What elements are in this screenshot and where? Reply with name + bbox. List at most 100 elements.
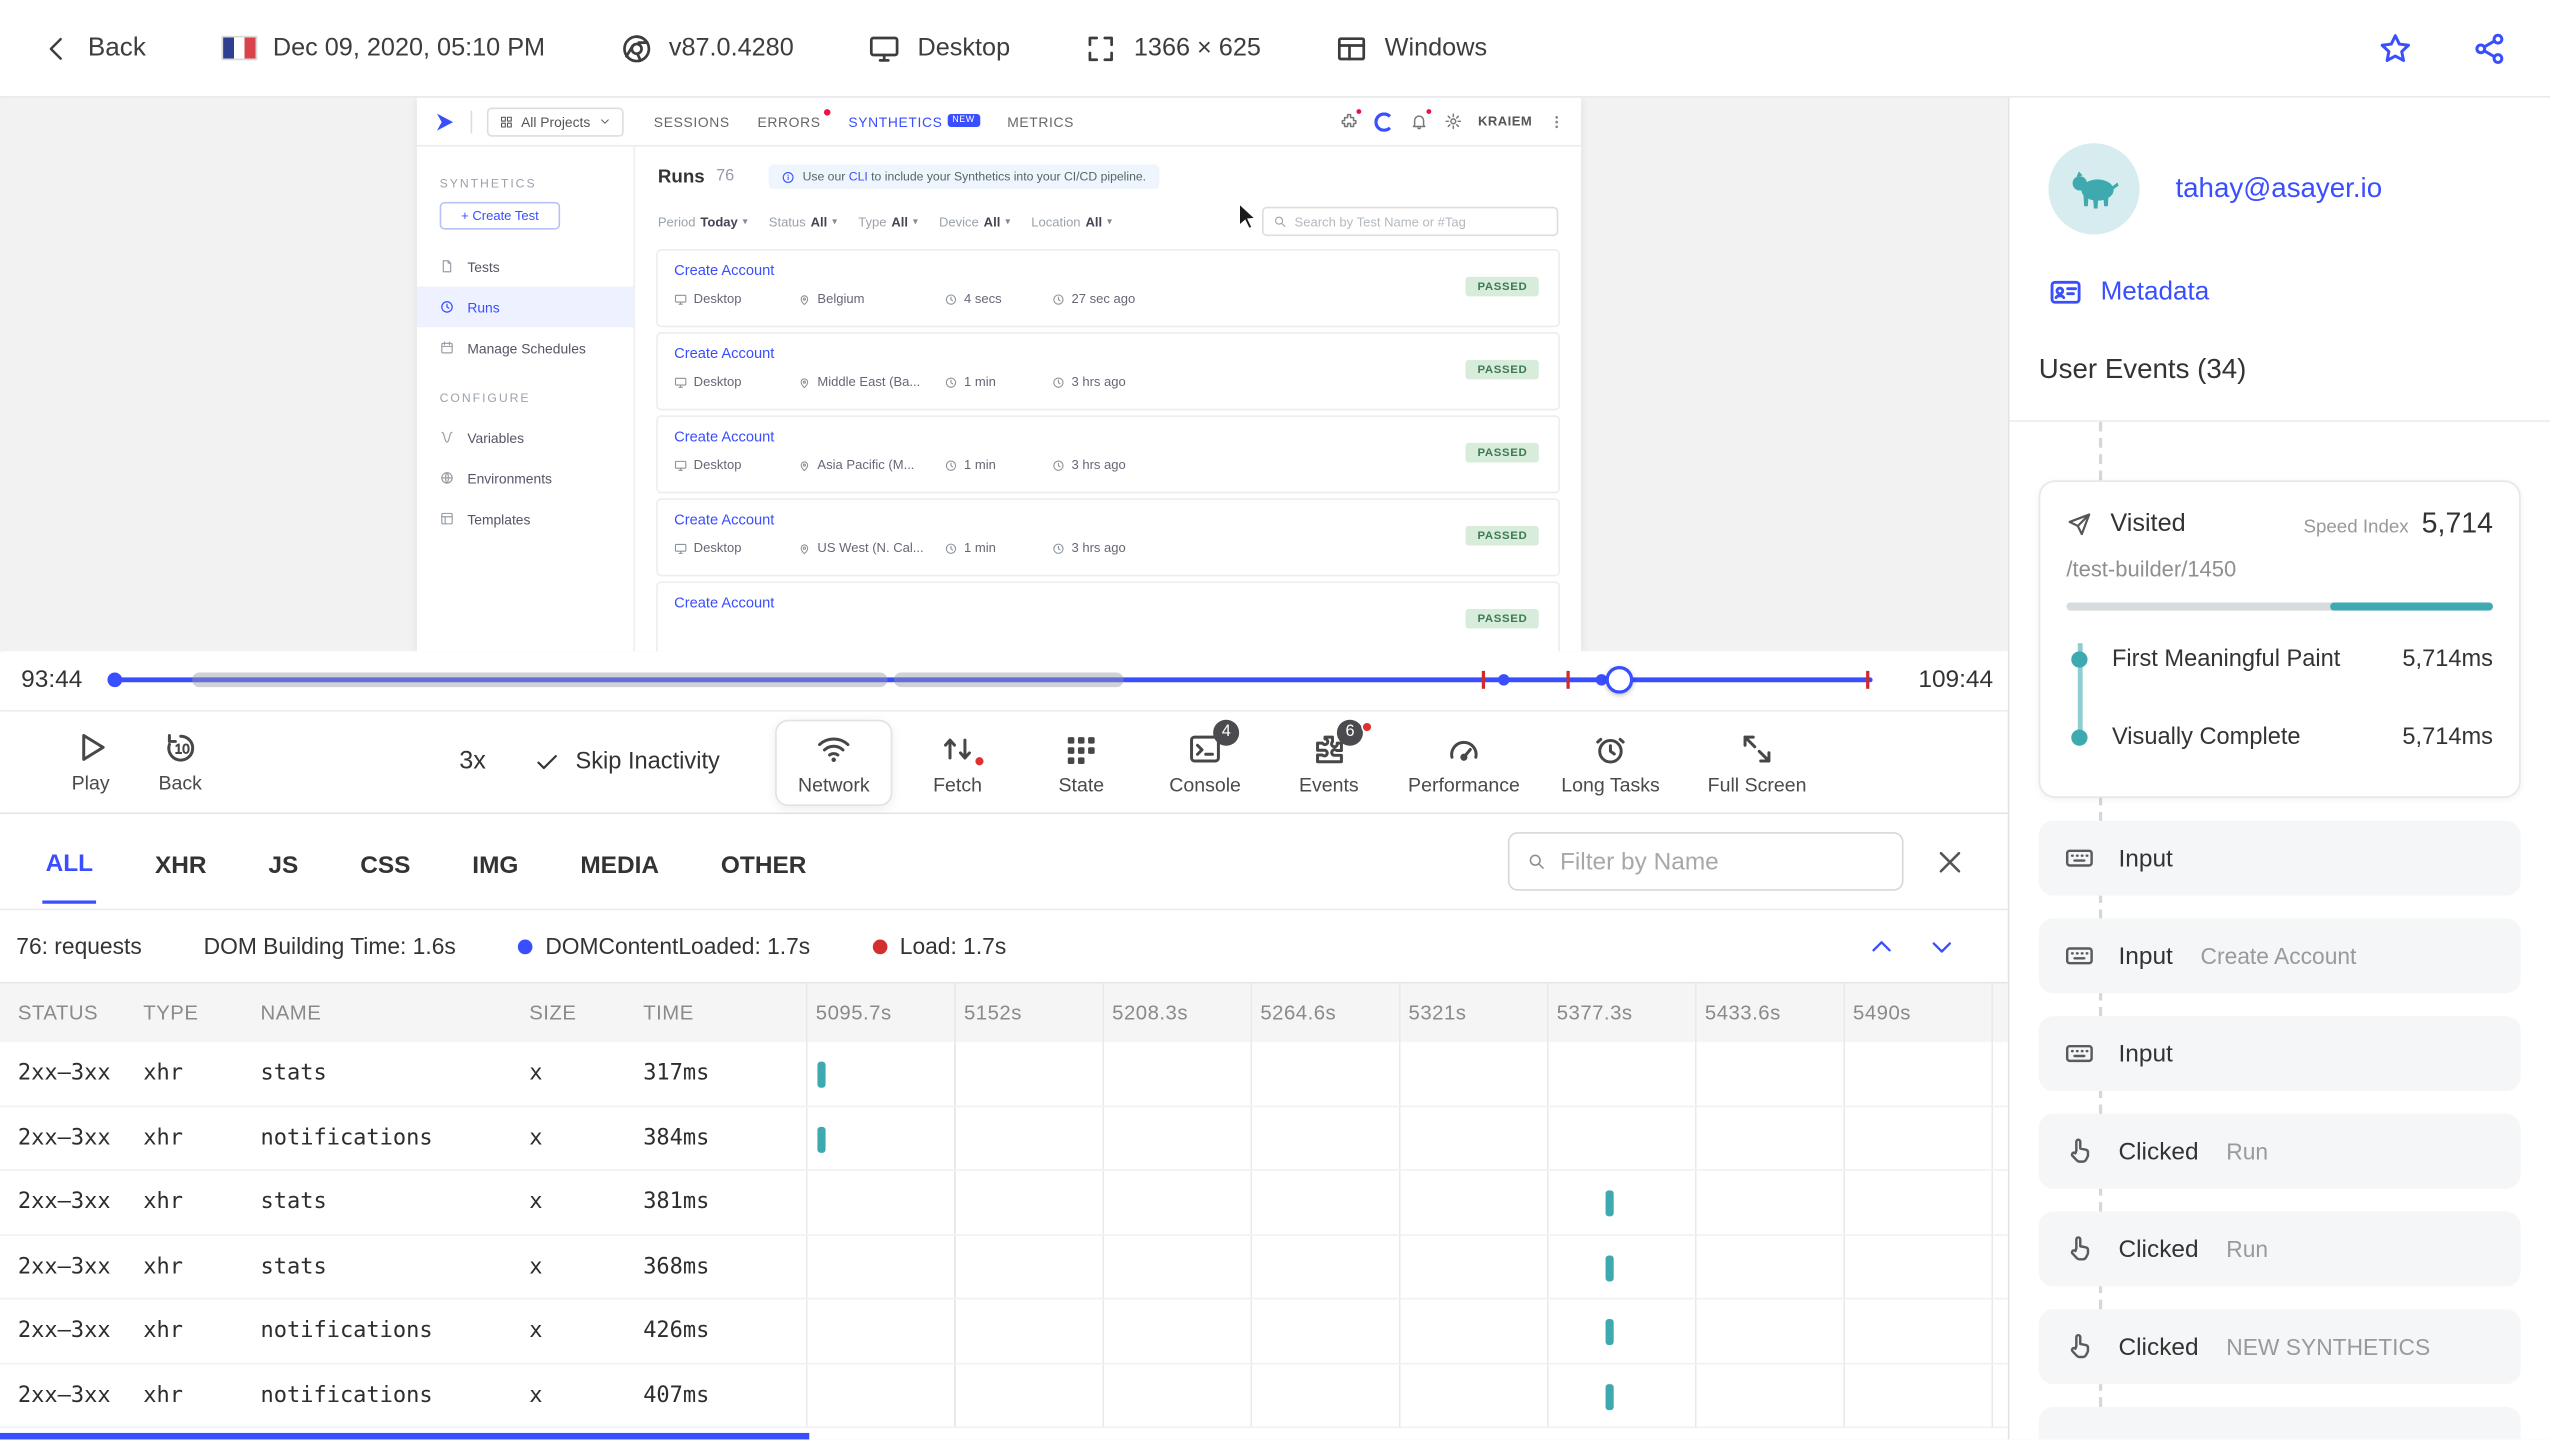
tab-sessions[interactable]: SESSIONS: [654, 113, 730, 129]
chevron-down-icon[interactable]: [1928, 932, 1956, 960]
click-event-card[interactable]: Clicked NEW SYNTHETICS: [2038, 1309, 2521, 1385]
tab-all[interactable]: ALL: [42, 820, 97, 903]
sidebar-item-environments[interactable]: Environments: [417, 458, 634, 499]
table-row[interactable]: 2xx–3xx xhr notifications x 384ms: [0, 1106, 2008, 1171]
tab-css[interactable]: CSS: [357, 822, 414, 902]
input-event-card[interactable]: Input Create Account: [2038, 918, 2521, 994]
filter-period[interactable]: Period Today ▾: [658, 214, 748, 229]
user-email[interactable]: tahay@asayer.io: [2175, 173, 2382, 206]
tab-other[interactable]: OTHER: [718, 822, 810, 902]
table-row[interactable]: 2xx–3xx xhr notifications x 407ms: [0, 1363, 2008, 1429]
horizontal-scrollbar[interactable]: [0, 1432, 810, 1440]
speed-index-value: 5,714: [2421, 506, 2494, 539]
clock-icon: [945, 459, 957, 471]
tab-xhr[interactable]: XHR: [152, 822, 210, 902]
sidebar-section-configure: CONFIGURE: [439, 390, 531, 406]
sidebar-item-manage-schedules[interactable]: Manage Schedules: [417, 327, 634, 368]
network-filter-input[interactable]: [1507, 832, 1904, 891]
templates-icon: [441, 512, 453, 525]
run-row[interactable]: Create Account Desktop Middle East (Ba..…: [657, 333, 1559, 409]
tab-img[interactable]: IMG: [469, 822, 522, 902]
project-selector[interactable]: All Projects: [486, 106, 623, 136]
long-tasks-panel-button[interactable]: Long Tasks: [1541, 719, 1681, 805]
runs-count: 76: [716, 167, 735, 186]
user-menu[interactable]: KRAIEM: [1478, 114, 1532, 129]
visited-event-card[interactable]: Visited Speed Index 5,714 /test-builder/…: [2038, 480, 2521, 798]
click-event-card[interactable]: Clicked Run: [2038, 1211, 2521, 1287]
back-label: Back: [87, 33, 146, 62]
request-timing-bar: [1605, 1318, 1614, 1346]
filter-type[interactable]: Type All ▾: [858, 214, 918, 229]
timeline-track[interactable]: [107, 665, 1873, 694]
filter-status[interactable]: Status All ▾: [769, 214, 837, 229]
metric-row: First Meaningful Paint 5,714ms: [2070, 620, 2493, 698]
runs-page-title: Runs: [657, 166, 705, 187]
table-row[interactable]: 2xx–3xx xhr stats x 317ms: [0, 1042, 2008, 1107]
play-button[interactable]: Play: [72, 730, 110, 795]
skip-inactivity-toggle[interactable]: Skip Inactivity: [535, 749, 720, 775]
back-10-button[interactable]: 10 Back: [159, 730, 202, 795]
click-event-card[interactable]: Clicked Run: [2038, 1113, 2521, 1189]
performance-panel-button[interactable]: Performance: [1394, 719, 1534, 805]
france-flag-icon: [220, 35, 257, 61]
tab-media[interactable]: MEDIA: [577, 822, 662, 902]
sidebar-item-tests[interactable]: Tests: [417, 246, 634, 287]
search-icon: [1274, 216, 1286, 227]
calendar-icon: [441, 341, 453, 354]
cursor-icon: [1238, 201, 1258, 230]
keyboard-icon: [2065, 849, 2093, 867]
monitor-icon: [674, 293, 687, 304]
tab-js[interactable]: JS: [265, 822, 301, 902]
event-card-partial[interactable]: [2038, 1406, 2521, 1440]
create-test-button[interactable]: + Create Test: [439, 201, 561, 230]
filter-location[interactable]: Location All ▾: [1031, 214, 1112, 229]
playhead[interactable]: [1605, 665, 1634, 694]
metadata-card-icon: [2050, 280, 2081, 304]
tab-synthetics[interactable]: SYNTHETICS NEW: [848, 113, 980, 129]
integrations-button[interactable]: [1340, 107, 1363, 130]
network-requests-table: STATUS TYPE NAME SIZE TIME 5095.7s 5152s…: [0, 983, 2008, 1440]
speed-index-label: Speed Index: [2303, 517, 2409, 538]
input-event-card[interactable]: Input: [2038, 1016, 2521, 1091]
sidebar-item-templates[interactable]: Templates: [417, 498, 634, 539]
error-marker: [1566, 670, 1571, 689]
metadata-button[interactable]: Metadata: [2048, 275, 2510, 309]
console-panel-button[interactable]: 4 Console: [1146, 718, 1263, 805]
share-icon[interactable]: [2472, 30, 2508, 66]
notifications-button[interactable]: [1410, 107, 1433, 130]
star-icon[interactable]: [2377, 30, 2413, 66]
fetch-panel-button[interactable]: Fetch: [899, 719, 1016, 805]
run-row[interactable]: Create Account PASSED: [657, 582, 1559, 652]
cli-link[interactable]: CLI: [849, 169, 868, 184]
table-row[interactable]: 2xx–3xx xhr stats x 381ms: [0, 1170, 2008, 1236]
tab-errors[interactable]: ERRORS: [757, 108, 831, 129]
close-icon[interactable]: [1934, 846, 1965, 877]
sidebar-item-runs[interactable]: Runs: [416, 286, 634, 328]
pin-icon: [800, 543, 809, 554]
replay-timeline[interactable]: 93:44 109:44: [0, 651, 2008, 710]
events-panel-button[interactable]: 6 Events: [1270, 718, 1387, 805]
back-button[interactable]: Back: [42, 33, 146, 62]
table-row[interactable]: 2xx–3xx xhr notifications x 426ms: [0, 1299, 2008, 1364]
chevron-up-icon[interactable]: [1868, 932, 1896, 960]
network-panel-button[interactable]: Network: [775, 718, 893, 806]
state-panel-button[interactable]: State: [1023, 719, 1140, 805]
gear-icon[interactable]: [1444, 112, 1462, 130]
run-row[interactable]: Create Account Desktop US West (N. Cal..…: [657, 499, 1559, 575]
run-row[interactable]: Create Account Desktop Asia Pacific (M..…: [657, 416, 1559, 492]
pin-icon: [800, 460, 809, 471]
doc-icon: [442, 260, 452, 273]
fullscreen-button[interactable]: Full Screen: [1687, 719, 1827, 805]
speed-index-bar-fill: [2330, 602, 2494, 611]
filter-device[interactable]: Device All ▾: [939, 214, 1010, 229]
long-tasks-icon: [1596, 737, 1625, 763]
replayed-app-screen: All Projects SESSIONS ERRORS SYNTHETICS N…: [416, 97, 1582, 652]
run-row[interactable]: Create Account Desktop Belgium 4 secs 27…: [657, 250, 1559, 326]
test-search-input[interactable]: [1261, 206, 1559, 237]
sidebar-item-variables[interactable]: Variables: [417, 417, 634, 458]
speed-toggle[interactable]: 3x: [459, 747, 486, 776]
tab-metrics[interactable]: METRICS: [1007, 113, 1074, 129]
table-row[interactable]: 2xx–3xx xhr stats x 368ms: [0, 1235, 2008, 1300]
kebab-icon[interactable]: [1549, 113, 1565, 129]
input-event-card[interactable]: Input: [2038, 820, 2521, 896]
